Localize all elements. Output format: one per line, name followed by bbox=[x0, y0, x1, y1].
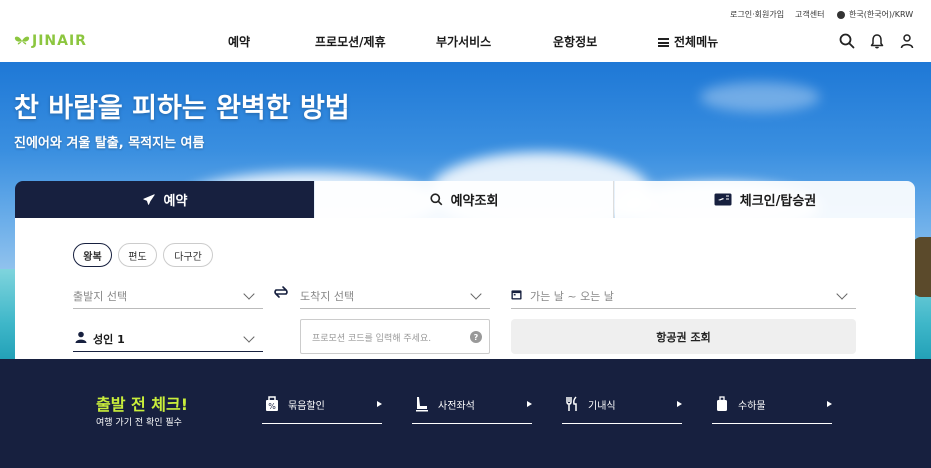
booking-tabs: 예약 예약조회 체크인/탑승권 bbox=[15, 181, 915, 218]
svg-text:%: % bbox=[268, 402, 276, 411]
bell-icon[interactable] bbox=[869, 33, 885, 49]
nav-promotion[interactable]: 프로모션/제휴 bbox=[315, 33, 386, 50]
help-icon[interactable]: ? bbox=[470, 331, 482, 343]
tab-lookup-label: 예약조회 bbox=[450, 194, 499, 209]
service-bundle-discount[interactable]: % 묶음할인 bbox=[262, 395, 382, 424]
service-baggage[interactable]: 수하물 bbox=[712, 395, 832, 424]
service-label: 수하물 bbox=[738, 401, 766, 412]
hero-title: 찬 바람을 피하는 완벽한 방법 bbox=[14, 93, 350, 124]
butterfly-logo-icon bbox=[14, 36, 30, 45]
date-select[interactable]: 가는 날 ~ 오는 날 bbox=[511, 283, 856, 309]
all-menu-label: 전체메뉴 bbox=[674, 35, 719, 49]
chevron-down-icon bbox=[243, 331, 255, 343]
service-label: 사전좌석 bbox=[438, 401, 475, 412]
nav-extra-services[interactable]: 부가서비스 bbox=[436, 33, 491, 50]
calendar-icon bbox=[511, 290, 522, 300]
hamburger-icon bbox=[658, 38, 669, 47]
chevron-down-icon bbox=[243, 288, 255, 300]
utility-bar: 로그인·회원가입 고객센터 한국(한국어)/KRW bbox=[0, 0, 931, 28]
globe-icon bbox=[837, 10, 845, 19]
arrow-right-icon bbox=[527, 401, 532, 407]
service-label: 묶음할인 bbox=[288, 401, 325, 412]
login-link[interactable]: 로그인·회원가입 bbox=[730, 9, 784, 20]
service-seat[interactable]: 사전좌석 bbox=[412, 395, 532, 424]
tab-checkin[interactable]: 체크인/탑승권 bbox=[615, 181, 915, 218]
service-meal[interactable]: 기내식 bbox=[562, 395, 682, 424]
person-icon bbox=[75, 331, 87, 343]
support-link[interactable]: 고객센터 bbox=[795, 9, 824, 20]
promo-placeholder: 프로모션 코드를 입력해 주세요. bbox=[312, 334, 432, 344]
user-icon[interactable] bbox=[899, 33, 915, 49]
service-label: 기내식 bbox=[588, 401, 616, 412]
tab-booking-label: 예약 bbox=[163, 194, 188, 209]
hero-subtitle: 진에어와 겨울 탈출, 목적지는 여름 bbox=[14, 136, 205, 151]
pre-check-subtitle: 여행 가기 전 확인 필수 bbox=[96, 418, 182, 428]
booking-panel: 왕복 편도 다구간 출발지 선택 도착지 선택 가는 날 ~ 오는 날 성인 1… bbox=[15, 218, 915, 377]
arrow-right-icon bbox=[677, 401, 682, 407]
search-icon bbox=[429, 193, 443, 206]
nav-booking[interactable]: 예약 bbox=[228, 33, 250, 50]
language-selector[interactable]: 한국(한국어)/KRW bbox=[837, 9, 913, 20]
chevron-down-icon bbox=[470, 288, 482, 300]
logo[interactable]: JINAIR bbox=[14, 33, 87, 49]
promo-code-input[interactable]: 프로모션 코드를 입력해 주세요. ? bbox=[300, 319, 490, 354]
date-label: 가는 날 ~ 오는 날 bbox=[530, 290, 614, 303]
nav-flight-info[interactable]: 운항정보 bbox=[553, 33, 597, 50]
tab-checkin-label: 체크인/탑승권 bbox=[739, 194, 817, 209]
chevron-down-icon bbox=[836, 288, 848, 300]
airplane-icon bbox=[142, 193, 156, 207]
main-header: JINAIR 예약 프로모션/제휴 부가서비스 운항정보 전체메뉴 bbox=[0, 28, 931, 62]
nav-all-menu[interactable]: 전체메뉴 bbox=[658, 33, 718, 50]
bundle-discount-icon: % bbox=[266, 396, 278, 411]
swap-icon[interactable] bbox=[273, 284, 289, 300]
trip-type-roundtrip[interactable]: 왕복 bbox=[73, 243, 112, 267]
arrow-right-icon bbox=[827, 401, 832, 407]
tab-booking[interactable]: 예약 bbox=[15, 181, 314, 218]
arrow-right-icon bbox=[377, 401, 382, 407]
arrival-label: 도착지 선택 bbox=[300, 290, 355, 303]
boarding-pass-icon bbox=[714, 193, 732, 206]
departure-label: 출발지 선택 bbox=[73, 290, 128, 303]
trip-type-oneway[interactable]: 편도 bbox=[118, 243, 157, 267]
seat-icon bbox=[416, 397, 428, 412]
pre-check-title: 출발 전 체크! bbox=[96, 395, 189, 414]
passenger-label: 성인 1 bbox=[93, 333, 125, 346]
baggage-icon bbox=[717, 396, 727, 411]
meal-icon bbox=[566, 396, 577, 411]
departure-select[interactable]: 출발지 선택 bbox=[73, 283, 263, 309]
search-icon[interactable] bbox=[839, 33, 855, 49]
cloud-decoration bbox=[700, 82, 820, 112]
pre-departure-section: 출발 전 체크! 여행 가기 전 확인 필수 % 묶음할인 사전좌석 기내식 수… bbox=[0, 359, 931, 468]
palm-tree-decoration bbox=[913, 237, 931, 297]
logo-text: JINAIR bbox=[32, 33, 87, 49]
arrival-select[interactable]: 도착지 선택 bbox=[300, 283, 490, 309]
passenger-select[interactable]: 성인 1 bbox=[73, 326, 263, 352]
trip-type-multicity[interactable]: 다구간 bbox=[163, 243, 213, 267]
flight-search-button[interactable]: 항공권 조회 bbox=[511, 319, 856, 354]
tab-booking-lookup[interactable]: 예약조회 bbox=[315, 181, 614, 218]
language-label: 한국(한국어)/KRW bbox=[849, 10, 914, 19]
